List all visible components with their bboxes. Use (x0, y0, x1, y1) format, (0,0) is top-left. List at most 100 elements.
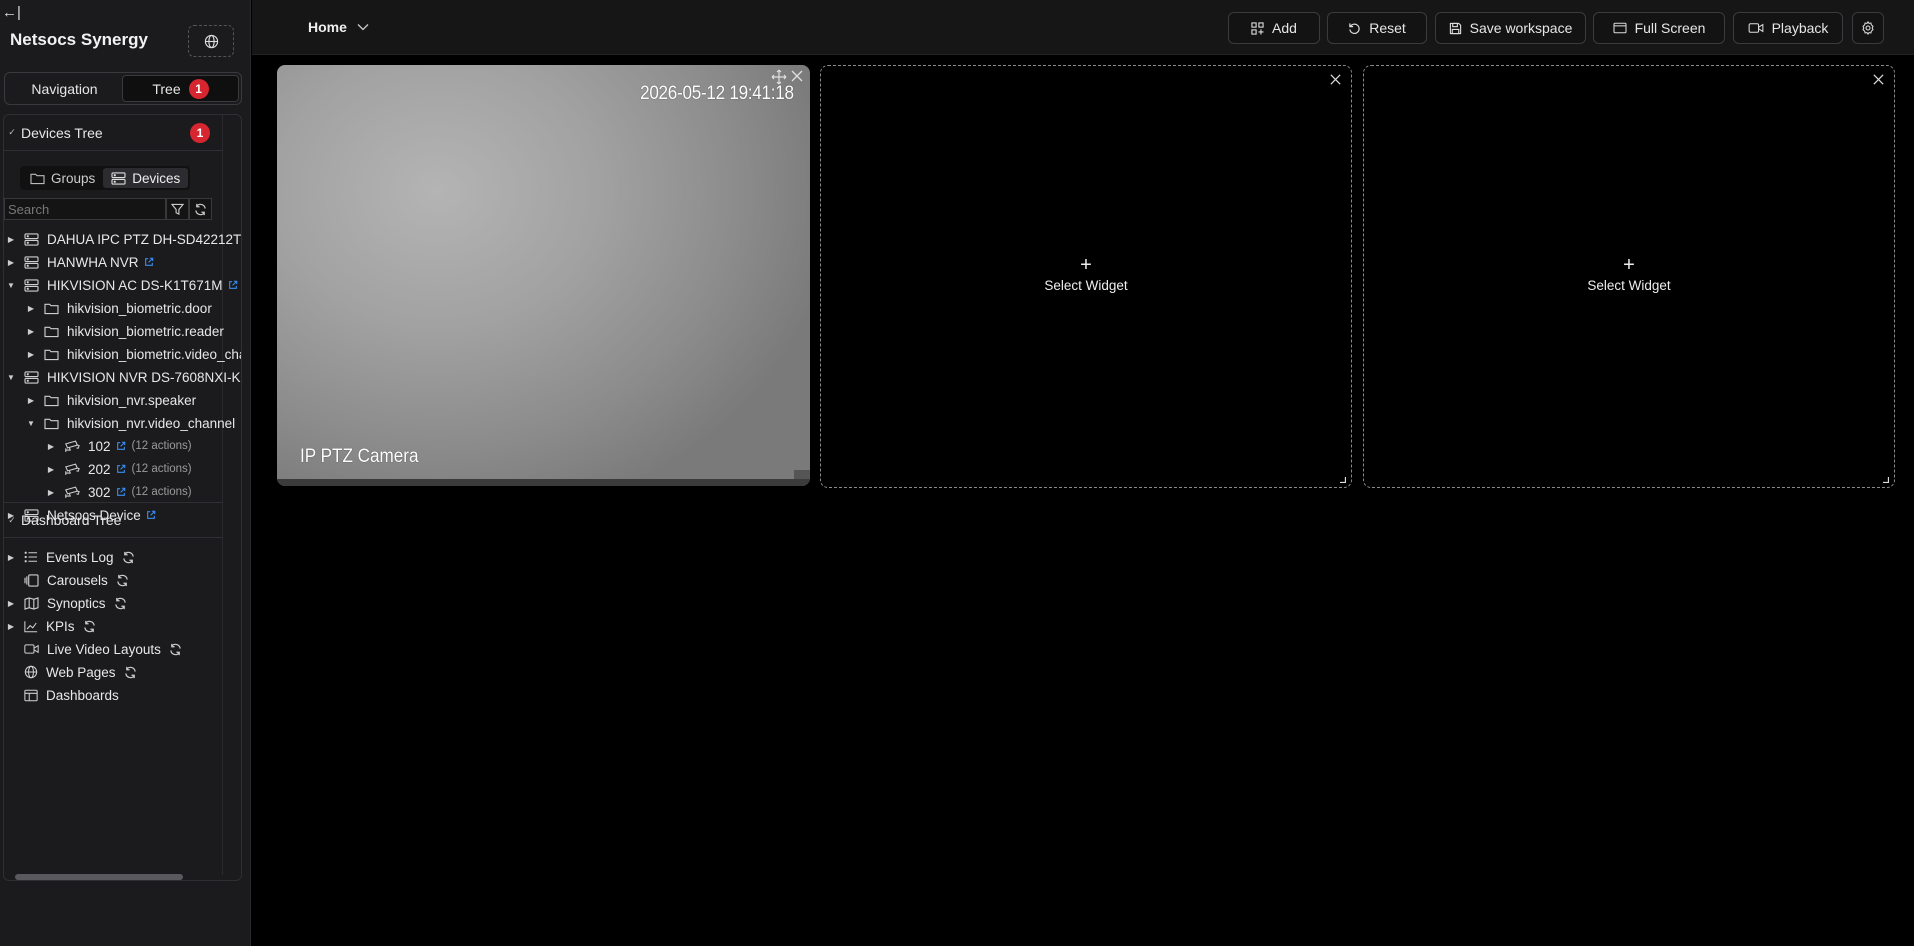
dashboard-item-carousels[interactable]: Carousels (6, 569, 129, 591)
gear-icon (1862, 21, 1874, 35)
caret-right-icon[interactable]: ▶ (6, 599, 16, 608)
tree-node-302[interactable]: ▶ 302 (12 actions) (46, 481, 192, 503)
reset-icon (1349, 22, 1360, 34)
playback-icon (1748, 23, 1763, 33)
table-icon (24, 689, 38, 702)
tree-node-dahua-ipc-ptz-dh-sd42212t-hn[interactable]: ▶ DAHUA IPC PTZ DH-SD42212T-HN (6, 228, 241, 250)
tree-node-hikvision-biometric-video-channel[interactable]: ▶ hikvision_biometric.video_channel (26, 343, 241, 365)
tree-node-hikvision-nvr-ds-7608nxi-k[interactable]: ▼ HIKVISION NVR DS-7608NXI-K (6, 366, 241, 388)
caret-right-icon[interactable]: ▶ (26, 350, 36, 359)
add-button[interactable]: Add (1228, 12, 1320, 44)
camera-widget[interactable]: 2026-05-12 19:41:18 IP PTZ Camera (277, 65, 810, 486)
empty-widget-slot-1[interactable]: + Select Widget (820, 65, 1352, 488)
sidebar: ←| Netsocs Synergy Navigation Tree 1 ✓ D… (0, 0, 251, 946)
dashboard-item-synoptics[interactable]: ▶ Synoptics (6, 592, 127, 614)
select-widget-button-2[interactable]: + Select Widget (1364, 255, 1894, 293)
tree-node-102[interactable]: ▶ 102 (12 actions) (46, 435, 192, 457)
caret-right-icon[interactable]: ▶ (46, 442, 56, 451)
segment-devices[interactable]: Devices (103, 168, 189, 188)
workspace-selector[interactable]: Home (308, 19, 369, 35)
select-widget-button-1[interactable]: + Select Widget (821, 255, 1351, 293)
dashboard-item-web-pages[interactable]: Web Pages (6, 661, 137, 683)
reset-button[interactable]: Reset (1327, 12, 1427, 44)
tree-node-label: HIKVISION NVR DS-7608NXI-K (47, 369, 241, 385)
tree-node-hikvision-biometric-reader[interactable]: ▶ hikvision_biometric.reader (26, 320, 224, 342)
dashboard-item-live-video-layouts[interactable]: Live Video Layouts (6, 638, 182, 660)
caret-right-icon[interactable]: ▶ (6, 235, 16, 244)
external-link-icon[interactable] (116, 464, 126, 474)
actions-count: (12 actions) (131, 486, 192, 498)
settings-button[interactable] (1852, 12, 1884, 44)
caret-right-icon[interactable]: ▶ (6, 553, 16, 562)
tree-node-hikvision-ac-ds-k1t671m[interactable]: ▼ HIKVISION AC DS-K1T671M (6, 274, 238, 296)
sync-icon[interactable] (169, 643, 182, 656)
tree-node-202[interactable]: ▶ 202 (12 actions) (46, 458, 192, 480)
globe-icon (204, 34, 218, 48)
tree-node-label: DAHUA IPC PTZ DH-SD42212T-HN (47, 231, 241, 247)
caret-right-icon[interactable]: ▶ (46, 465, 56, 474)
external-link-icon[interactable] (116, 441, 126, 451)
empty-widget-slot-2[interactable]: + Select Widget (1363, 65, 1895, 488)
dashboard-item-kpis[interactable]: ▶ KPIs (6, 615, 96, 637)
resize-handle-icon[interactable] (1340, 477, 1346, 483)
tab-tree-label: Tree (152, 80, 181, 97)
sync-icon[interactable] (83, 620, 96, 633)
caret-right-icon[interactable]: ▶ (6, 258, 16, 267)
tab-tree[interactable]: Tree 1 (122, 75, 239, 102)
close-icon[interactable] (1329, 73, 1342, 86)
tree-node-hikvision-biometric-door[interactable]: ▶ hikvision_biometric.door (26, 297, 212, 319)
dashboard-item-label: Events Log (46, 549, 114, 565)
caret-down-icon[interactable]: ▼ (6, 281, 16, 290)
server-icon (24, 370, 39, 384)
caret-right-icon[interactable]: ▶ (26, 396, 36, 405)
chevron-down-icon: ✓ (8, 514, 16, 525)
external-link-icon[interactable] (144, 257, 154, 267)
close-icon[interactable] (1872, 73, 1885, 86)
tree-node-hikvision-nvr-speaker[interactable]: ▶ hikvision_nvr.speaker (26, 389, 196, 411)
tree-node-hanwha-nvr[interactable]: ▶ HANWHA NVR (6, 251, 154, 273)
caret-down-icon[interactable]: ▼ (26, 419, 36, 428)
sync-icon[interactable] (124, 666, 137, 679)
tree-node-label: 302 (88, 484, 111, 500)
search-input[interactable] (4, 198, 166, 220)
language-button[interactable] (188, 25, 234, 57)
dashboard-tree-header[interactable]: ✓ Dashboard Tree (4, 502, 223, 538)
caret-down-icon[interactable]: ▼ (6, 373, 16, 382)
playback-button[interactable]: Playback (1733, 12, 1843, 44)
caret-right-icon[interactable]: ▶ (46, 488, 56, 497)
add-button-label: Add (1272, 20, 1297, 36)
chart-line-icon (24, 620, 38, 633)
tree-node-label: 202 (88, 461, 111, 477)
collapse-sidebar-icon[interactable]: ←| (2, 4, 21, 21)
sync-icon[interactable] (116, 574, 129, 587)
resize-handle-icon[interactable] (1883, 477, 1889, 483)
caret-right-icon[interactable]: ▶ (6, 622, 16, 631)
tab-navigation[interactable]: Navigation (7, 75, 122, 102)
select-widget-label-1: Select Widget (1044, 278, 1128, 293)
refresh-button[interactable] (189, 198, 212, 220)
tree-node-label: HANWHA NVR (47, 254, 139, 270)
caret-right-icon[interactable]: ▶ (26, 327, 36, 336)
external-link-icon[interactable] (116, 487, 126, 497)
map-icon (24, 596, 39, 610)
top-bar: Home Add Reset Save workspace Full Scree… (252, 0, 1914, 55)
tree-node-label: hikvision_nvr.video_channel (67, 415, 236, 431)
horizontal-scrollbar[interactable] (15, 874, 183, 880)
save-workspace-button[interactable]: Save workspace (1435, 12, 1586, 44)
tree-node-label: hikvision_biometric.reader (67, 323, 224, 339)
dashboard-item-dashboards[interactable]: Dashboards (6, 684, 119, 706)
sync-icon[interactable] (122, 551, 135, 564)
devices-tree-header[interactable]: ✓ Devices Tree 1 (4, 115, 223, 151)
segment-groups[interactable]: Groups (22, 168, 103, 188)
filter-button[interactable] (166, 198, 189, 220)
tree-node-hikvision-nvr-video-channel[interactable]: ▼ hikvision_nvr.video_channel (26, 412, 235, 434)
caret-right-icon[interactable]: ▶ (26, 304, 36, 313)
full-screen-button[interactable]: Full Screen (1593, 12, 1725, 44)
sync-icon[interactable] (114, 597, 127, 610)
dashboard-item-events-log[interactable]: ▶ Events Log (6, 546, 135, 568)
app-title: Netsocs Synergy (10, 30, 148, 49)
external-link-icon[interactable] (228, 280, 238, 290)
video-icon (24, 643, 39, 655)
tree-scroll-area[interactable]: ✓ Devices Tree 1 Groups Devices Search ▶… (4, 115, 241, 875)
close-icon[interactable] (790, 69, 804, 83)
